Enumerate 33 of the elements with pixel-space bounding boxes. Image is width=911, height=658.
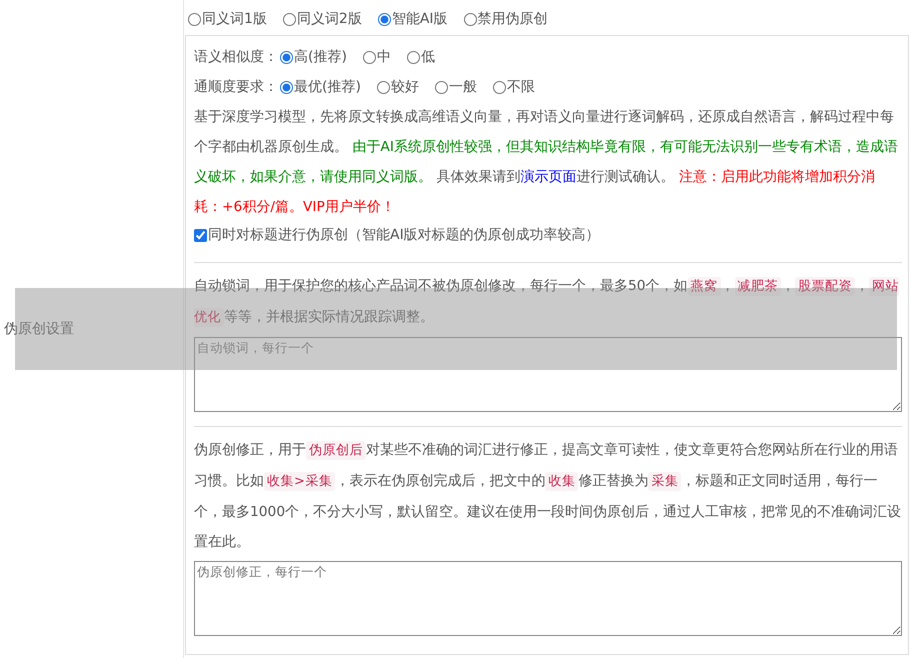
radio-button[interactable]	[280, 80, 293, 94]
option-label[interactable]: 低	[420, 48, 435, 66]
radio-button[interactable]	[188, 12, 201, 26]
radio-button[interactable]	[280, 50, 293, 64]
radio-button[interactable]	[282, 12, 296, 26]
option-label[interactable]: 禁用伪原创	[478, 10, 548, 28]
title-checkbox[interactable]	[194, 228, 207, 242]
option-label[interactable]: 较好	[390, 78, 419, 96]
option-label[interactable]: 最优(推荐)	[294, 78, 361, 96]
description-text: 基于深度学习模型，先将原文转换成高维语义向量，再对语义向量进行逐词解码，还原成自然语言，解码过程中每个字都由机器原创生成。 由于AI系统原创性较强，但其知识结构毕竟有限，有可能无法识别一些专有术语，造成语义破坏，如果介意，请使用同义词版。 具体效果请到演示页面进行测试确认。 注意：启用此功能将增加积分消耗：+6积分/篇。VIP用户半价！	[194, 108, 899, 217]
corrections-description: 伪原创修正，用于 伪原创后 对某些不准确的词汇进行修正，提高文章可读性，使文章更符合您网站所在行业的用语习惯。比如 收集>采集 ，表示在伪原创完成后，把文中的 收集 修正替换为 采集 ，标题和正文同时适用，每行一个，最多1000个，不分大小写，默认留空。建议在使用一段时间伪原创后，通过人工审核，把常见的不准确词汇设置在此。	[194, 440, 902, 552]
radio-button[interactable]	[406, 50, 420, 64]
radio-button[interactable]	[362, 50, 376, 64]
radio-button[interactable]	[378, 12, 391, 26]
option-label[interactable]: 中	[376, 48, 391, 66]
similarity-label: 语义相似度：	[194, 48, 278, 66]
radio-button[interactable]	[434, 80, 448, 94]
field-label: 伪原创设置	[4, 320, 74, 338]
checkbox-label[interactable]: 同时对标题进行伪原创（智能AI版对标题的伪原创成功率较高）	[208, 226, 600, 244]
demo-page-link[interactable]: 演示页面	[520, 169, 576, 185]
corrections-input[interactable]: 伪原创修正，每行一个	[194, 561, 902, 636]
option-label[interactable]: 高(推荐)	[294, 48, 347, 66]
option-label[interactable]: 不限	[506, 78, 535, 96]
lock-words-description: 自动锁词，用于保护您的核心产品词不被伪原创修改，每行一个，最多50个，如 燕窝 ， 减肥茶 ， 股票配资 ， 网站优化 等等，并根据实际情况跟踪调整。	[194, 276, 900, 329]
fluency-label: 通顺度要求：	[194, 78, 278, 96]
radio-button[interactable]	[464, 12, 477, 26]
radio-button[interactable]	[492, 80, 506, 94]
option-label[interactable]: 智能AI版	[392, 10, 448, 28]
option-label[interactable]: 同义词1版	[202, 10, 267, 28]
lock-words-input[interactable]: 自动锁词，每行一个	[194, 337, 902, 412]
radio-button[interactable]	[376, 80, 390, 94]
option-label[interactable]: 一般	[448, 78, 477, 96]
option-label[interactable]: 同义词2版	[296, 10, 362, 28]
